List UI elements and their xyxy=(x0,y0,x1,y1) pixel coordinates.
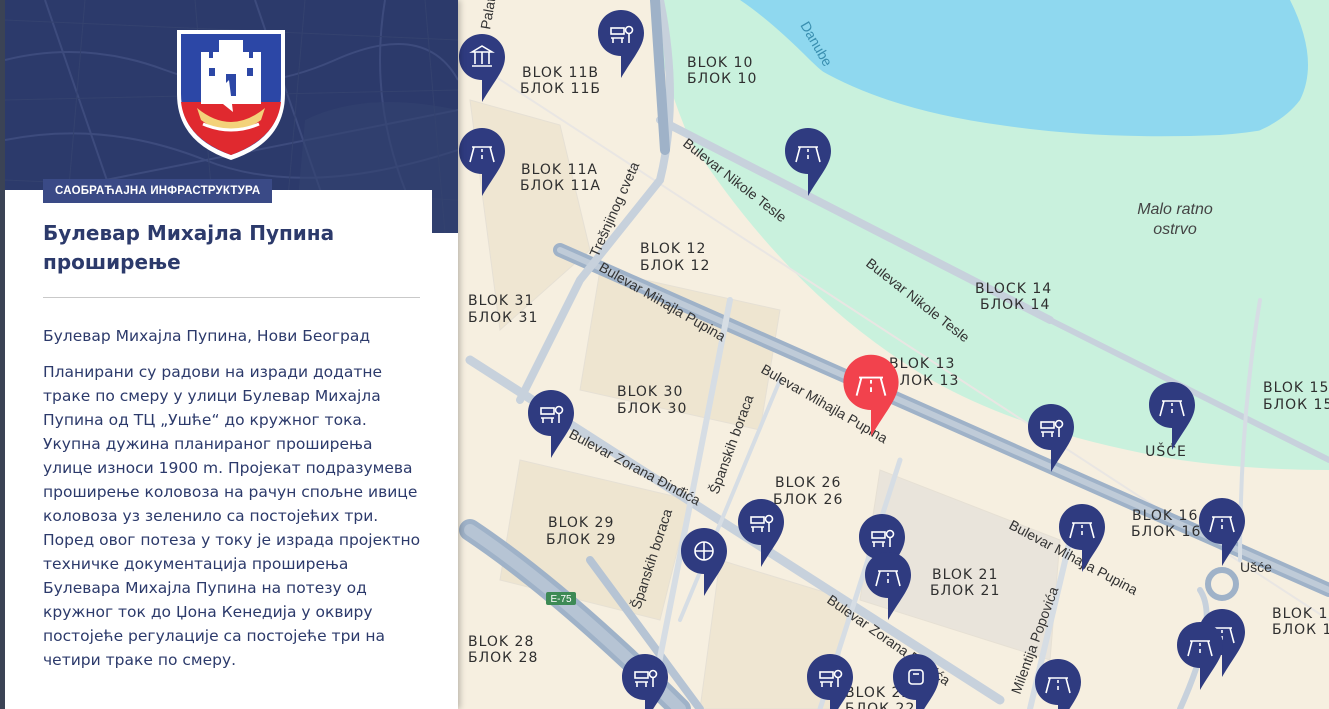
svg-text:БЛОК 16: БЛОК 16 xyxy=(1131,524,1201,540)
title-divider xyxy=(43,297,420,298)
svg-text:БЛОК 14: БЛОК 14 xyxy=(980,297,1050,313)
svg-text:БЛОК 22: БЛОК 22 xyxy=(845,701,915,709)
svg-text:BLOK 11A: BLOK 11A xyxy=(521,162,598,178)
svg-text:БЛОК 31: БЛОК 31 xyxy=(468,310,538,326)
e75-road-shield: E-75 xyxy=(546,592,576,605)
svg-text:БЛОК 26: БЛОК 26 xyxy=(773,492,843,508)
svg-text:БЛОК 21: БЛОК 21 xyxy=(930,583,1000,599)
svg-text:БЛОК 17: БЛОК 17 xyxy=(1272,622,1329,638)
svg-text:BLOK 10: BLOK 10 xyxy=(687,55,753,71)
svg-text:E-75: E-75 xyxy=(550,594,572,605)
project-description: Планирани су радови на изради додатне тр… xyxy=(43,363,421,669)
svg-text:БЛОК 28: БЛОК 28 xyxy=(468,650,538,666)
svg-text:БЛОК 12: БЛОК 12 xyxy=(640,258,710,274)
svg-text:BLOK 11B: BLOK 11B xyxy=(522,65,599,81)
svg-text:BLOK 26: BLOK 26 xyxy=(775,475,841,491)
svg-text:BLOCK 14: BLOCK 14 xyxy=(975,281,1052,297)
svg-text:BLOK 29: BLOK 29 xyxy=(548,515,614,531)
svg-text:БЛОК 11А: БЛОК 11А xyxy=(520,178,601,194)
svg-text:БЛОК 30: БЛОК 30 xyxy=(617,401,687,417)
island-label-line1: Malo ratno xyxy=(1137,201,1213,218)
svg-text:БЛОК 29: БЛОК 29 xyxy=(546,532,616,548)
svg-text:BLOK 16: BLOK 16 xyxy=(1132,508,1198,524)
svg-text:БЛОК 15: БЛОК 15 xyxy=(1263,397,1329,413)
svg-text:BLOK 21: BLOK 21 xyxy=(932,567,998,583)
project-location: Булевар Михајла Пупина, Нови Београд xyxy=(43,327,371,345)
category-tag[interactable]: САОБРАЋАЈНА ИНФРАСТРУКТУРА xyxy=(43,179,273,203)
street-label: Ušće xyxy=(1240,559,1272,575)
map-view[interactable]: E-75 Danube Malo ratno ostrvo Bulevar Mi… xyxy=(458,0,1329,709)
svg-text:BLOK 15: BLOK 15 xyxy=(1263,380,1329,396)
coat-of-arms-logo xyxy=(173,24,289,164)
svg-text:BLOK 28: BLOK 28 xyxy=(468,634,534,650)
svg-text:BLOK 31: BLOK 31 xyxy=(468,293,534,309)
svg-text:BLOK 13: BLOK 13 xyxy=(889,356,955,372)
island-label-line2: ostrvo xyxy=(1153,221,1197,238)
place-label-usce: UŠĆE xyxy=(1145,442,1187,460)
svg-text:БЛОК 13: БЛОК 13 xyxy=(889,373,959,389)
svg-text:BLOK 12: BLOK 12 xyxy=(640,241,706,257)
project-title: Булевар Михајла Пупина проширење xyxy=(43,221,335,274)
svg-text:БЛОК 10: БЛОК 10 xyxy=(687,71,757,87)
window-edge-strip xyxy=(0,0,5,709)
svg-text:BLOK 17: BLOK 17 xyxy=(1272,606,1329,622)
svg-text:BLOK 30: BLOK 30 xyxy=(617,384,683,400)
svg-text:БЛОК 11Б: БЛОК 11Б xyxy=(520,81,601,97)
